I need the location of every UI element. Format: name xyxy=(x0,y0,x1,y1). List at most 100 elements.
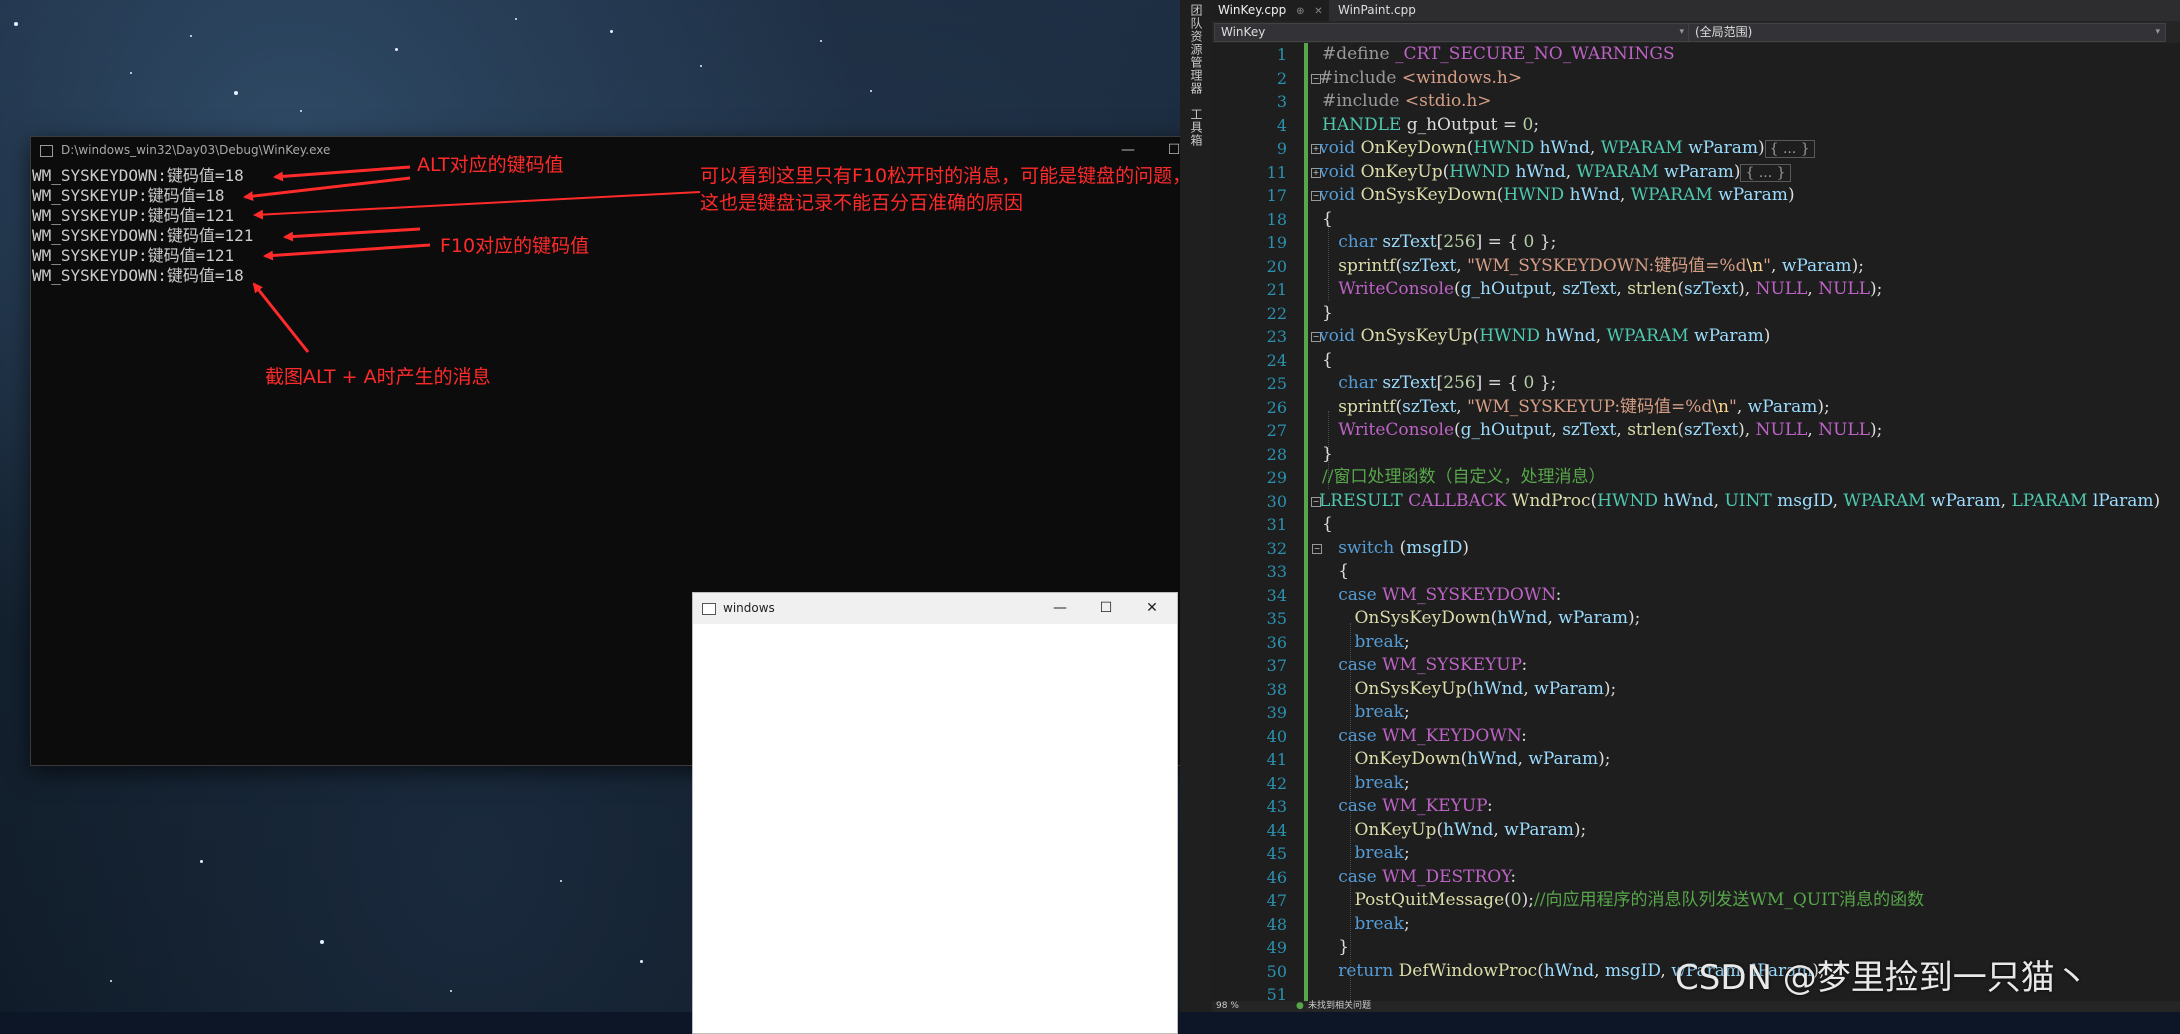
line-number: 39 xyxy=(1266,703,1287,722)
code-line: 44 OnKeyUp(hWnd, wParam); xyxy=(1212,819,2180,843)
team-explorer-tab[interactable]: 团队资源管理器 xyxy=(1188,4,1205,95)
check-icon: ● xyxy=(1296,1001,1304,1011)
zoom-level[interactable]: 98 % xyxy=(1216,1001,1239,1012)
annotation-f10-key: F10对应的键码值 xyxy=(440,235,590,257)
tab-winpaint-cpp[interactable]: WinPaint.cpp xyxy=(1332,0,1422,21)
line-number: 46 xyxy=(1266,867,1287,887)
code-line: 32− switch (msgID) xyxy=(1212,537,2180,561)
arrow-to-line-3 xyxy=(253,191,701,220)
windows-title: windows xyxy=(723,601,775,615)
line-number: 42 xyxy=(1266,773,1287,793)
code-line: 30− LRESULT CALLBACK WndProc(HWND hWnd, U… xyxy=(1212,490,2180,514)
line-number: 38 xyxy=(1266,679,1287,699)
line-number: 30 xyxy=(1266,491,1287,511)
chevron-down-icon: ▾ xyxy=(1679,27,1684,37)
code-line: 1 #define _CRT_SECURE_NO_WARNINGS xyxy=(1212,43,2180,67)
arrow-to-line-5 xyxy=(263,243,431,261)
code-line: 3 #include <stdio.h> xyxy=(1212,90,2180,114)
line-number: 26 xyxy=(1266,397,1287,417)
line-number: 25 xyxy=(1266,374,1287,393)
code-line: 37 case WM_SYSKEYUP: xyxy=(1212,654,2180,678)
issues-status[interactable]: 未找到相关问题 xyxy=(1308,1001,1371,1012)
pin-icon[interactable]: ⊕ xyxy=(1296,6,1304,17)
code-line: 38 OnSysKeyUp(hWnd, wParam); xyxy=(1212,678,2180,702)
minimize-button[interactable]: — xyxy=(1037,593,1083,624)
arrow-to-line-1 xyxy=(273,165,411,182)
fold-toggle-icon[interactable]: − xyxy=(1312,543,1322,554)
line-number: 28 xyxy=(1266,444,1287,464)
vs-side-toolstrip: 团队资源管理器 工具箱 xyxy=(1180,0,1213,1012)
code-line: 2− #include <windows.h> xyxy=(1212,67,2180,91)
code-line: 19 char szText[256] = { 0 }; xyxy=(1212,231,2180,255)
tab-winkey-cpp[interactable]: WinKey.cpp ⊕ ✕ xyxy=(1212,0,1329,21)
code-line: 42 break; xyxy=(1212,772,2180,796)
line-number: 21 xyxy=(1266,280,1287,299)
line-number: 41 xyxy=(1266,750,1287,769)
annotation-screenshot: 截图ALT + A时产生的消息 xyxy=(265,366,491,388)
windows-app-window[interactable]: windows — ☐ ✕ xyxy=(692,592,1178,1034)
annotation-note-line1: 可以看到这里只有F10松开时的消息，可能是键盘的问题， xyxy=(700,165,1192,187)
code-line: 18{ xyxy=(1212,208,2180,232)
code-line: 24{ xyxy=(1212,349,2180,373)
code-line: 33 { xyxy=(1212,560,2180,584)
status-bar: 98 % ● 未找到相关问题 xyxy=(1212,1001,2180,1012)
line-number: 40 xyxy=(1266,726,1287,746)
code-line: 39 break; xyxy=(1212,701,2180,725)
line-number: 34 xyxy=(1266,585,1287,605)
code-line: 21 WriteConsole(g_hOutput, szText, strle… xyxy=(1212,278,2180,302)
line-number: 45 xyxy=(1266,844,1287,863)
annotation-arrows xyxy=(243,165,701,353)
line-number: 43 xyxy=(1266,797,1287,816)
code-line: 31{ xyxy=(1212,513,2180,537)
line-number: 23 xyxy=(1266,327,1287,346)
star xyxy=(320,940,324,944)
code-editor: WinKey.cpp ⊕ ✕ WinPaint.cpp WinKey ▾ (全局范… xyxy=(1212,0,2180,1012)
scope-dropdown[interactable]: (全局范围) ▾ xyxy=(1688,23,2166,42)
code-line: 47 PostQuitMessage(0);//向应用程序的消息队列发送WM_Q… xyxy=(1212,889,2180,913)
project-dropdown-value: WinKey xyxy=(1221,25,1266,39)
star xyxy=(450,990,452,992)
line-number: 29 xyxy=(1266,468,1287,487)
line-number: 11 xyxy=(1266,162,1287,182)
editor-tab-bar: WinKey.cpp ⊕ ✕ WinPaint.cpp xyxy=(1212,0,2180,21)
code-line: 11 + void OnKeyUp(HWND hWnd, WPARAM wParam… xyxy=(1212,161,2180,185)
annotation-alt-key: ALT对应的键码值 xyxy=(417,154,564,176)
code-line: 40 case WM_KEYDOWN: xyxy=(1212,725,2180,749)
line-number: 44 xyxy=(1266,820,1287,840)
line-number: 50 xyxy=(1266,961,1287,981)
code-line: 46 case WM_DESTROY: xyxy=(1212,866,2180,890)
code-line: 23− void OnSysKeyUp(HWND hWnd, WPARAM wPa… xyxy=(1212,325,2180,349)
scope-dropdown-value: (全局范围) xyxy=(1695,25,1753,39)
code-line: 43 case WM_KEYUP: xyxy=(1212,795,2180,819)
line-number: 18 xyxy=(1266,209,1287,229)
windows-titlebar[interactable]: windows — ☐ ✕ xyxy=(693,593,1177,624)
line-number: 35 xyxy=(1266,609,1287,628)
arrow-to-line-4 xyxy=(283,227,421,242)
watermark: CSDN @梦里捡到一只猫丶 xyxy=(1675,958,2089,998)
line-number: 4 xyxy=(1276,115,1287,135)
project-dropdown[interactable]: WinKey ▾ xyxy=(1214,23,1690,42)
code-line: 4 HANDLE g_hOutput = 0; xyxy=(1212,114,2180,138)
editor-navigation-bar: WinKey ▾ (全局范围) ▾ xyxy=(1212,21,2180,43)
code-area[interactable]: 1 #define _CRT_SECURE_NO_WARNINGS 2− #incl… xyxy=(1212,43,2180,1001)
line-number: 9 xyxy=(1276,139,1287,158)
code-line: 29//窗口处理函数（自定义，处理消息） xyxy=(1212,466,2180,490)
star xyxy=(200,860,203,863)
arrow-to-line-2 xyxy=(243,176,411,202)
code-line: 17− void OnSysKeyDown(HWND hWnd, WPARAM w… xyxy=(1212,184,2180,208)
toolbox-tab[interactable]: 工具箱 xyxy=(1188,108,1205,147)
code-line: 22} xyxy=(1212,302,2180,326)
line-number: 48 xyxy=(1266,914,1287,934)
code-line: 28} xyxy=(1212,443,2180,467)
code-line: 34 case WM_SYSKEYDOWN: xyxy=(1212,584,2180,608)
close-button[interactable]: ✕ xyxy=(1129,593,1175,624)
close-icon[interactable]: ✕ xyxy=(1314,6,1322,17)
line-number: 3 xyxy=(1276,92,1287,111)
line-number: 20 xyxy=(1266,256,1287,276)
line-number: 1 xyxy=(1276,45,1287,64)
star xyxy=(640,960,643,963)
line-number: 27 xyxy=(1266,421,1287,440)
tab-label: WinKey.cpp xyxy=(1218,3,1287,17)
maximize-button[interactable]: ☐ xyxy=(1083,593,1129,624)
window-app-icon xyxy=(702,603,716,615)
